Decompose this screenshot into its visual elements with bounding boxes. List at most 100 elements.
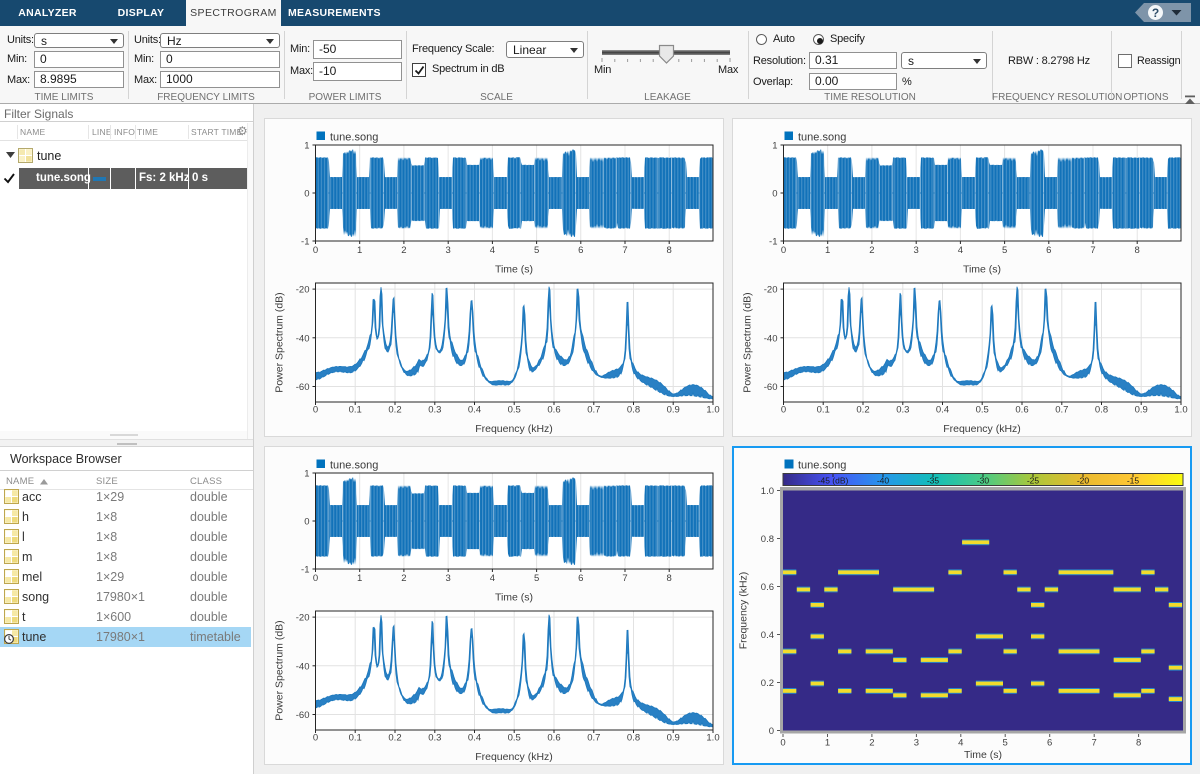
svg-text:1.0: 1.0 [706, 405, 719, 416]
svg-text:Power Spectrum (dB): Power Spectrum (dB) [742, 292, 754, 392]
svg-text:-60: -60 [296, 382, 310, 393]
svg-text:1: 1 [825, 738, 830, 749]
svg-text:4: 4 [958, 245, 963, 256]
svg-text:2: 2 [869, 245, 874, 256]
svg-text:0: 0 [781, 405, 786, 416]
svg-text:1.0: 1.0 [761, 486, 774, 497]
svg-text:0.6: 0.6 [547, 733, 560, 744]
svg-text:0.5: 0.5 [976, 405, 989, 416]
svg-text:6: 6 [578, 245, 583, 256]
svg-text:-60: -60 [764, 382, 778, 393]
svg-text:tune.song: tune.song [798, 132, 846, 144]
svg-text:0.8: 0.8 [1095, 405, 1108, 416]
svg-text:tune.song: tune.song [330, 460, 378, 472]
svg-text:0.6: 0.6 [547, 405, 560, 416]
svg-text:Frequency (kHz): Frequency (kHz) [738, 572, 750, 650]
svg-text:4: 4 [490, 245, 495, 256]
svg-text:7: 7 [1090, 245, 1095, 256]
svg-text:tune.song: tune.song [798, 460, 846, 472]
svg-text:Power Spectrum (dB): Power Spectrum (dB) [274, 620, 286, 720]
svg-text:1: 1 [825, 245, 830, 256]
svg-text:0.4: 0.4 [761, 630, 774, 641]
svg-text:-40: -40 [877, 476, 890, 486]
svg-text:tune.song: tune.song [330, 132, 378, 144]
svg-text:-35: -35 [927, 476, 940, 486]
svg-text:7: 7 [622, 245, 627, 256]
svg-text:0: 0 [769, 726, 774, 737]
svg-text:4: 4 [490, 573, 495, 584]
svg-text:3: 3 [914, 738, 919, 749]
svg-text:0.2: 0.2 [856, 405, 869, 416]
svg-text:0.4: 0.4 [468, 405, 481, 416]
svg-text:8: 8 [667, 573, 672, 584]
svg-text:0.6: 0.6 [1015, 405, 1028, 416]
svg-text:0.7: 0.7 [587, 405, 600, 416]
svg-text:0.8: 0.8 [627, 405, 640, 416]
svg-text:-40: -40 [296, 333, 310, 344]
svg-text:0: 0 [313, 245, 318, 256]
svg-text:0: 0 [304, 189, 309, 200]
svg-text:5: 5 [1002, 245, 1007, 256]
svg-text:0.8: 0.8 [627, 733, 640, 744]
svg-text:-1: -1 [301, 237, 309, 248]
svg-text:0.9: 0.9 [667, 405, 680, 416]
svg-text:1: 1 [772, 141, 777, 152]
svg-text:-25: -25 [1027, 476, 1040, 486]
svg-text:3: 3 [446, 245, 451, 256]
svg-text:Frequency (kHz): Frequency (kHz) [943, 423, 1021, 435]
svg-text:-30: -30 [977, 476, 990, 486]
svg-text:6: 6 [1047, 738, 1052, 749]
svg-text:2: 2 [869, 738, 874, 749]
svg-text:0: 0 [313, 733, 318, 744]
svg-text:1: 1 [304, 141, 309, 152]
svg-text:0: 0 [304, 517, 309, 528]
svg-text:5: 5 [1003, 738, 1008, 749]
svg-text:-40: -40 [296, 661, 310, 672]
svg-text:7: 7 [1092, 738, 1097, 749]
svg-text:0.2: 0.2 [388, 733, 401, 744]
svg-text:1: 1 [357, 245, 362, 256]
svg-text:7: 7 [622, 573, 627, 584]
svg-text:0.2: 0.2 [388, 405, 401, 416]
svg-text:-1: -1 [301, 565, 309, 576]
svg-text:0.5: 0.5 [508, 405, 521, 416]
svg-text:0.9: 0.9 [667, 733, 680, 744]
svg-text:0.3: 0.3 [896, 405, 909, 416]
svg-text:3: 3 [446, 573, 451, 584]
svg-text:2: 2 [401, 573, 406, 584]
svg-text:Time (s): Time (s) [963, 264, 1001, 276]
svg-text:0.8: 0.8 [761, 534, 774, 545]
svg-text:8: 8 [1136, 738, 1141, 749]
svg-text:8: 8 [667, 245, 672, 256]
svg-text:Time (s): Time (s) [495, 264, 533, 276]
svg-text:2: 2 [401, 245, 406, 256]
svg-text:0.3: 0.3 [428, 405, 441, 416]
svg-text:Frequency (kHz): Frequency (kHz) [475, 751, 553, 763]
svg-text:5: 5 [534, 245, 539, 256]
svg-text:-20: -20 [1077, 476, 1090, 486]
svg-text:0.6: 0.6 [761, 582, 774, 593]
svg-text:-45 (dB): -45 (dB) [818, 476, 849, 486]
svg-text:0.5: 0.5 [508, 733, 521, 744]
svg-text:1.0: 1.0 [706, 733, 719, 744]
svg-text:6: 6 [578, 573, 583, 584]
svg-text:0.7: 0.7 [1055, 405, 1068, 416]
svg-text:-15: -15 [1127, 476, 1140, 486]
svg-text:3: 3 [914, 245, 919, 256]
svg-text:6: 6 [1046, 245, 1051, 256]
svg-text:1: 1 [357, 573, 362, 584]
svg-text:0.1: 0.1 [349, 405, 362, 416]
svg-text:0.3: 0.3 [428, 733, 441, 744]
svg-text:0.9: 0.9 [1135, 405, 1148, 416]
svg-text:0: 0 [780, 738, 785, 749]
svg-text:0: 0 [313, 405, 318, 416]
svg-text:0: 0 [772, 189, 777, 200]
svg-text:5: 5 [534, 573, 539, 584]
svg-text:-1: -1 [769, 237, 777, 248]
svg-text:8: 8 [1135, 245, 1140, 256]
svg-text:-20: -20 [764, 285, 778, 296]
svg-text:Time (s): Time (s) [964, 749, 1002, 761]
svg-text:4: 4 [958, 738, 963, 749]
svg-text:Power Spectrum (dB): Power Spectrum (dB) [274, 292, 286, 392]
svg-text:0.2: 0.2 [761, 678, 774, 689]
